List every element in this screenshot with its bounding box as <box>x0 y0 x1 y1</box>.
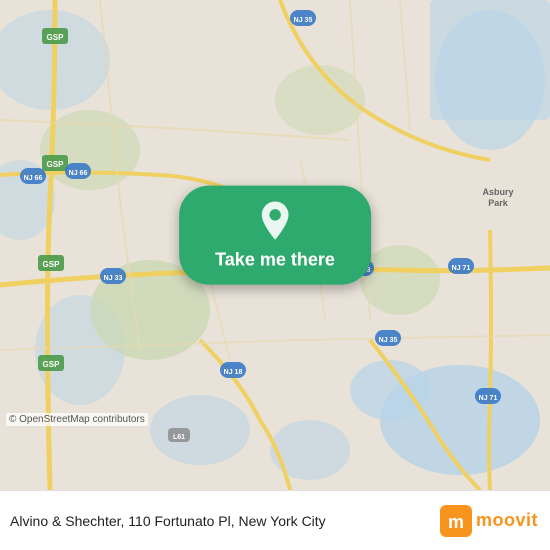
location-pin-icon <box>257 200 293 242</box>
moovit-logo: m moovit <box>440 505 538 537</box>
svg-text:NJ 35: NJ 35 <box>379 337 398 344</box>
svg-text:L61: L61 <box>173 434 185 441</box>
cta-label-text: Take me there <box>215 250 335 271</box>
svg-text:GSP: GSP <box>43 360 61 369</box>
svg-text:NJ 71: NJ 71 <box>479 395 498 402</box>
svg-text:NJ 66: NJ 66 <box>69 170 88 177</box>
svg-text:GSP: GSP <box>47 33 65 42</box>
svg-text:GSP: GSP <box>47 160 65 169</box>
svg-text:NJ 71: NJ 71 <box>452 265 471 272</box>
svg-text:Asbury: Asbury <box>482 187 513 197</box>
take-me-there-button[interactable]: Take me there <box>179 186 371 285</box>
svg-text:NJ 18: NJ 18 <box>224 369 243 376</box>
bottom-bar: Alvino & Shechter, 110 Fortunato Pl, New… <box>0 490 550 550</box>
svg-text:m: m <box>448 512 464 532</box>
svg-text:NJ 33: NJ 33 <box>104 275 123 282</box>
svg-text:Park: Park <box>488 198 509 208</box>
osm-credit: © OpenStreetMap contributors <box>6 413 148 426</box>
moovit-icon: m <box>440 505 472 537</box>
address-text: Alvino & Shechter, 110 Fortunato Pl, New… <box>10 513 440 529</box>
moovit-text: moovit <box>476 510 538 531</box>
svg-text:NJ 66: NJ 66 <box>24 175 43 182</box>
map-container: GSP GSP GSP GSP NJ 35 NJ 66 NJ 66 NJ 33 … <box>0 0 550 490</box>
svg-text:NJ 35: NJ 35 <box>294 17 313 24</box>
svg-text:GSP: GSP <box>43 260 61 269</box>
cta-overlay: Take me there <box>179 186 371 285</box>
